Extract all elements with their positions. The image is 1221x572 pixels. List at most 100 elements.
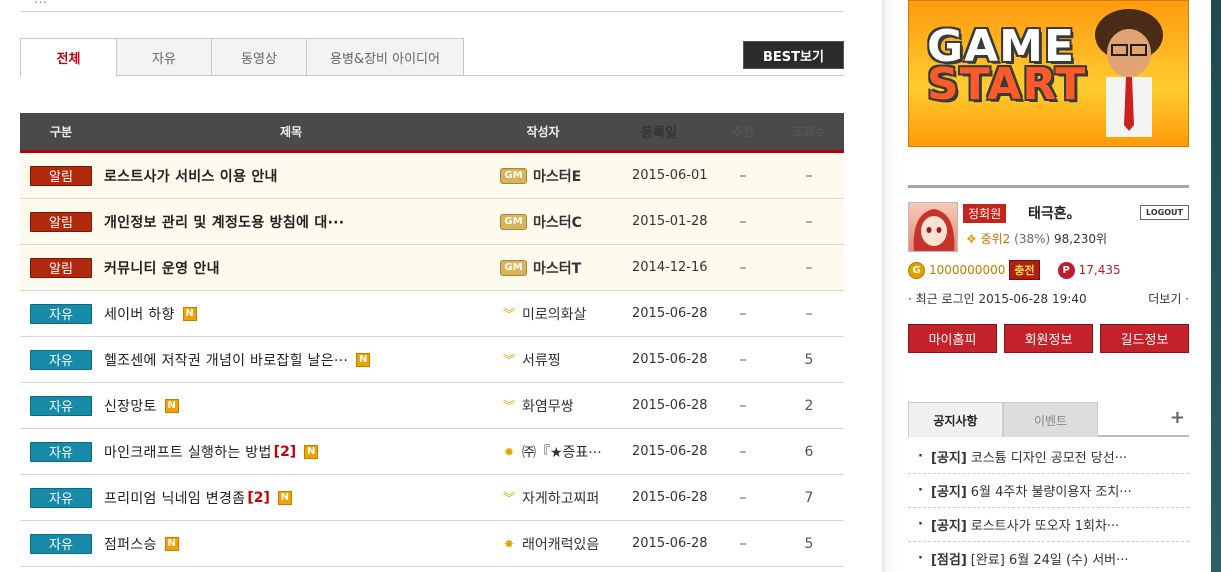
row-views: – (805, 167, 813, 184)
row-author-cell: ︾ 미로의화살 (480, 304, 606, 324)
row-views: 5 (804, 535, 814, 552)
row-category: 자유 (20, 487, 102, 508)
table-row[interactable]: 알림 개인정보 관리 및 계정도용 방침에 대··· GM 마스터C 2015-01-2… (20, 199, 844, 245)
row-author-cell: ✸ 래어캐럭있음 (480, 534, 606, 554)
user-nickname: 태극혼。 (1028, 206, 1081, 222)
row-title-cell: 점퍼스승 N (102, 534, 480, 554)
author-name[interactable]: 마스터E (533, 166, 581, 186)
game-start-line2: START (927, 59, 1087, 110)
gold-coin-icon: G (908, 261, 925, 279)
game-start-banner[interactable]: GAME START (908, 0, 1189, 147)
row-recommend: – (739, 167, 747, 184)
header-recommend: 추천 (731, 125, 755, 139)
post-title-link[interactable]: 마인크래프트 실행하는 방법 (104, 442, 272, 462)
author-name[interactable]: 마스터C (533, 212, 582, 232)
user-box: 정회원 태극혼。 LOGOUT ❖ 중위2 (38%) 98,230위 G 10… (908, 185, 1189, 353)
notice-item[interactable]: · [공지] 6월 4주차 불량이용자 조치··· (908, 474, 1189, 508)
row-author-cell: GM 마스터C (480, 212, 606, 232)
tab-free[interactable]: 자유 (116, 38, 212, 76)
row-views: 2 (804, 397, 814, 414)
category-badge[interactable]: 자유 (30, 349, 92, 370)
post-title-link[interactable]: 신장망토 (104, 396, 157, 416)
row-title-cell: 헬조센에 저작권 개념이 바로잡힐 날은··· N (102, 350, 480, 370)
table-row[interactable]: 자유 프리미엄 닉네임 변경좀 [2] N ︾ 자게하고찌퍼 2015-06-28 – 7 (20, 475, 844, 521)
notice-item[interactable]: · [점검] [완료] 6월 24일 (수) 서버··· (908, 542, 1189, 572)
post-title-link[interactable]: 프리미엄 닉네임 변경좀 (104, 488, 245, 508)
table-row[interactable]: 알림 로스트사가 서비스 이용 안내 GM 마스터E 2015-06-01 – – (20, 153, 844, 199)
row-date: 2015-06-28 (632, 490, 708, 505)
row-title-cell: 신장망토 N (102, 396, 480, 416)
author-name[interactable]: 마스터T (533, 258, 581, 278)
author-name[interactable]: 자게하고찌퍼 (522, 488, 599, 508)
row-recommend: – (739, 489, 747, 506)
charge-button[interactable]: 충전 (1009, 260, 1040, 280)
best-view-button[interactable]: BEST보기 (743, 41, 844, 69)
category-badge[interactable]: 알림 (30, 257, 92, 278)
category-badge[interactable]: 자유 (30, 533, 92, 554)
table-row[interactable]: 자유 마인크래프트 실행하는 방법 [2] N ✸ ㈜『★증표··· 2015-06-28 –… (20, 429, 844, 475)
avatar[interactable] (908, 202, 958, 252)
tab-notices[interactable]: 공지사항 (908, 402, 1003, 437)
header-category: 구분 (49, 125, 73, 139)
new-icon: N (304, 444, 319, 459)
author-name[interactable]: 화염무쌍 (522, 396, 574, 416)
post-title-link[interactable]: 커뮤니티 운영 안내 (104, 258, 220, 278)
post-title-link[interactable]: 헬조센에 저작권 개념이 바로잡힐 날은··· (104, 350, 348, 370)
table-row[interactable]: 자유 헬조센에 저작권 개념이 바로잡힐 날은··· N ︾ 서류찡 2015-06-28… (20, 337, 844, 383)
row-recommend: – (739, 259, 747, 276)
category-badge[interactable]: 알림 (30, 165, 92, 186)
notice-item[interactable]: · [공지] 로스트사가 또오자 1회차··· (908, 508, 1189, 542)
row-recommend: – (739, 305, 747, 322)
plus-icon[interactable]: + (1170, 407, 1185, 428)
table-row[interactable]: 자유 점퍼스승 N ✸ 래어캐럭있음 2015-06-28 – 5 (20, 521, 844, 567)
level-line: ❖ 중위2 (38%) 98,230위 (966, 230, 1107, 247)
post-title-link[interactable]: 점퍼스승 (104, 534, 157, 554)
category-badge[interactable]: 자유 (30, 441, 92, 462)
author-name[interactable]: ㈜『★증표··· (522, 442, 602, 462)
guild-info-button[interactable]: 길드정보 (1100, 324, 1189, 353)
rank-icon: ❖ (966, 232, 977, 246)
point-amount: 17,435 (1078, 263, 1121, 277)
category-badge[interactable]: 자유 (30, 487, 92, 508)
logout-button[interactable]: LOGOUT (1140, 205, 1189, 220)
gm-icon: GM (500, 213, 527, 230)
table-row[interactable]: 자유 신장망토 N ︾ 화염무쌍 2015-06-28 – 2 (20, 383, 844, 429)
row-category: 알림 (20, 257, 102, 278)
table-body: 알림 로스트사가 서비스 이용 안내 GM 마스터E 2015-06-01– – 알림 개인정… (20, 153, 844, 567)
row-date: 2015-06-28 (632, 352, 708, 367)
notice-text: [완료] 6월 24일 (수) 서버··· (970, 553, 1129, 568)
post-title-link[interactable]: 로스트사가 서비스 이용 안내 (104, 166, 278, 186)
tab-all[interactable]: 전체 (20, 38, 117, 77)
wing-rank-icon: ︾ (502, 399, 515, 413)
table-row[interactable]: 알림 커뮤니티 운영 안내 GM 마스터T 2014-12-16 – – (20, 245, 844, 291)
bullet: · (918, 483, 923, 498)
notice-item[interactable]: · [공지] 코스튬 디자인 공모전 당선··· (908, 440, 1189, 474)
tab-ideas[interactable]: 용병&장비 아이디어 (306, 38, 464, 76)
row-title-cell: 프리미엄 닉네임 변경좀 [2] N (102, 488, 480, 508)
category-badge[interactable]: 알림 (30, 211, 92, 232)
author-name[interactable]: 서류찡 (522, 350, 561, 370)
row-title-cell: 커뮤니티 운영 안내 (102, 258, 480, 278)
row-views: 5 (804, 351, 814, 368)
table-row[interactable]: 자유 세이버 하향 N ︾ 미로의화살 2015-06-28 – – (20, 291, 844, 337)
author-name[interactable]: 미로의화살 (522, 304, 586, 324)
post-title-link[interactable]: 개인정보 관리 및 계정도용 방침에 대··· (104, 212, 344, 232)
row-category: 자유 (20, 395, 102, 416)
row-date: 2015-06-28 (632, 444, 708, 459)
gm-icon: GM (500, 259, 527, 276)
member-info-button[interactable]: 회원정보 (1004, 324, 1093, 353)
row-author-cell: GM 마스터E (480, 166, 606, 186)
points-line: G 1000000000 충전 P 17,435 (908, 260, 1189, 280)
header-title: 제목 (279, 125, 303, 139)
category-badge[interactable]: 자유 (30, 303, 92, 324)
my-homepage-button[interactable]: 마이홈피 (908, 324, 997, 353)
post-title-link[interactable]: 세이버 하향 (104, 304, 175, 324)
tab-video[interactable]: 동영상 (211, 38, 307, 76)
notice-tabs: 공지사항 이벤트 + (908, 402, 1189, 437)
author-name[interactable]: 래어캐럭있음 (522, 534, 599, 554)
more-link[interactable]: 더보기 · (1148, 290, 1189, 307)
tab-events[interactable]: 이벤트 (1003, 402, 1098, 437)
notice-tag: [공지] (930, 451, 967, 466)
row-category: 자유 (20, 441, 102, 462)
category-badge[interactable]: 자유 (30, 395, 92, 416)
